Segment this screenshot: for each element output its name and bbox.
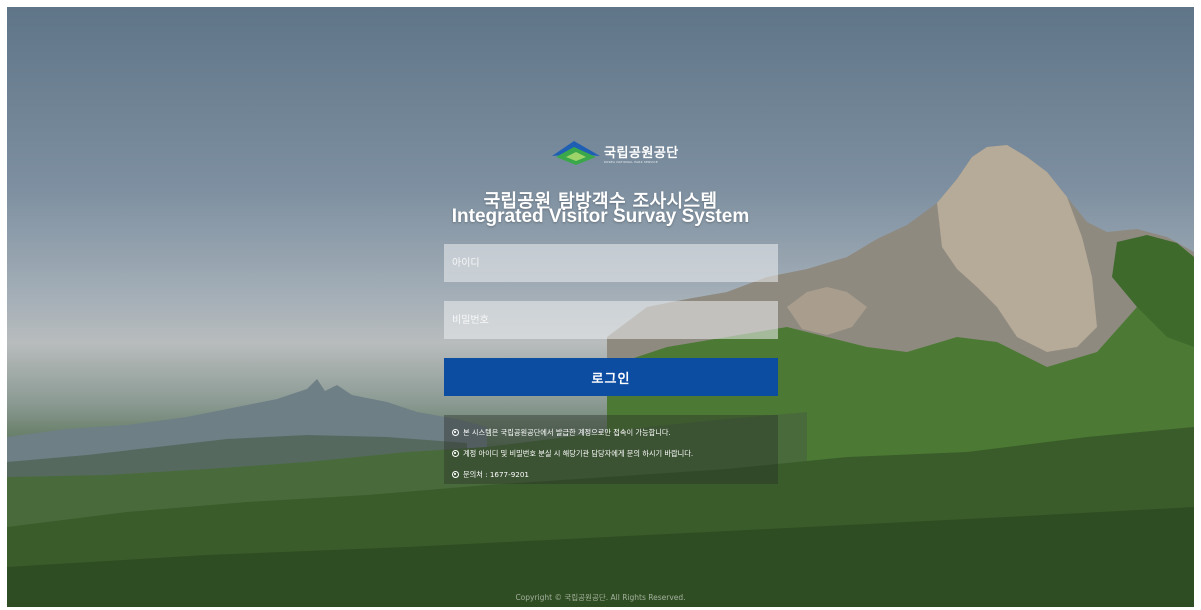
brand-name: 국립공원공단 <box>604 146 679 161</box>
notice-item: 계정 아이디 및 비밀번호 분실 시 해당기관 담당자에게 문의 하시기 바랍니… <box>452 443 770 464</box>
notice-text: 문의처 : 1677-9201 <box>463 469 530 479</box>
login-button[interactable]: 로그인 <box>444 358 778 396</box>
notice-text: 계정 아이디 및 비밀번호 분실 시 해당기관 담당자에게 문의 하시기 바랍니… <box>463 448 694 458</box>
bullet-icon <box>452 471 459 478</box>
copyright-footer: Copyright © 국립공원공단. All Rights Reserved. <box>515 593 686 602</box>
brand-logo: 국립공원공단 KOREA NATIONAL PARK SERVICE <box>552 139 687 167</box>
park-logo-icon <box>552 141 600 165</box>
brand-subtitle: KOREA NATIONAL PARK SERVICE <box>604 160 658 164</box>
bullet-icon <box>452 429 459 436</box>
page-title-english: Integrated Visitor Survay System <box>451 206 750 227</box>
notice-item: 문의처 : 1677-9201 <box>452 464 770 485</box>
notice-box: 본 시스템은 국립공원공단에서 발급한 계정으로만 접속이 가능합니다. 계정 … <box>444 415 778 484</box>
id-input[interactable] <box>444 244 778 282</box>
bullet-icon <box>452 450 459 457</box>
notice-item: 본 시스템은 국립공원공단에서 발급한 계정으로만 접속이 가능합니다. <box>452 422 770 443</box>
password-input[interactable] <box>444 301 778 339</box>
login-page: 국립공원공단 KOREA NATIONAL PARK SERVICE 국립공원 … <box>7 7 1194 607</box>
notice-text: 본 시스템은 국립공원공단에서 발급한 계정으로만 접속이 가능합니다. <box>463 427 671 437</box>
